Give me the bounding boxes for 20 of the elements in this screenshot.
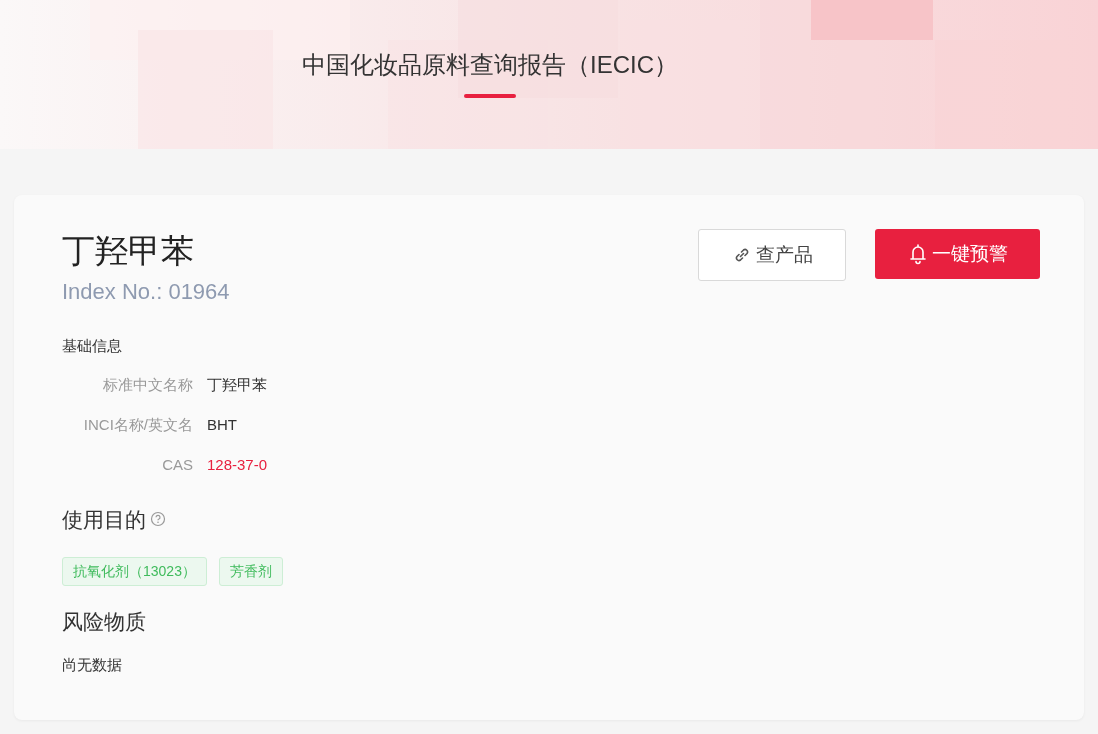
field-label: CAS (161, 454, 193, 475)
section-heading: 使用目的 (62, 506, 146, 533)
index-number: Index No.: 01964 (62, 278, 230, 306)
purpose-tag: 芳香剂 (218, 557, 283, 586)
purpose-tag: 抗氧化剂（13023） (62, 557, 207, 586)
empty-text: 尚无数据 (62, 654, 123, 675)
field-value: 丁羟甲苯 (207, 374, 267, 395)
bell-icon (907, 243, 928, 265)
field-value: BHT (207, 414, 237, 435)
ingredient-name: 丁羟甲苯 (62, 231, 195, 271)
page-title: 中国化妆品原料查询报告（IECIC） (302, 50, 678, 80)
find-products-button[interactable]: 查产品 (698, 229, 846, 281)
section-heading: 风险物质 (62, 609, 147, 635)
help-icon[interactable] (150, 511, 166, 528)
section-heading: 基础信息 (62, 336, 123, 356)
cas-link[interactable]: 128-37-0 (207, 453, 268, 476)
field-label: 标准中文名称 (102, 374, 193, 395)
field-label: INCI名称/英文名 (82, 414, 193, 435)
alert-button[interactable]: 一键预警 (875, 229, 1040, 279)
title-underline (464, 94, 516, 98)
